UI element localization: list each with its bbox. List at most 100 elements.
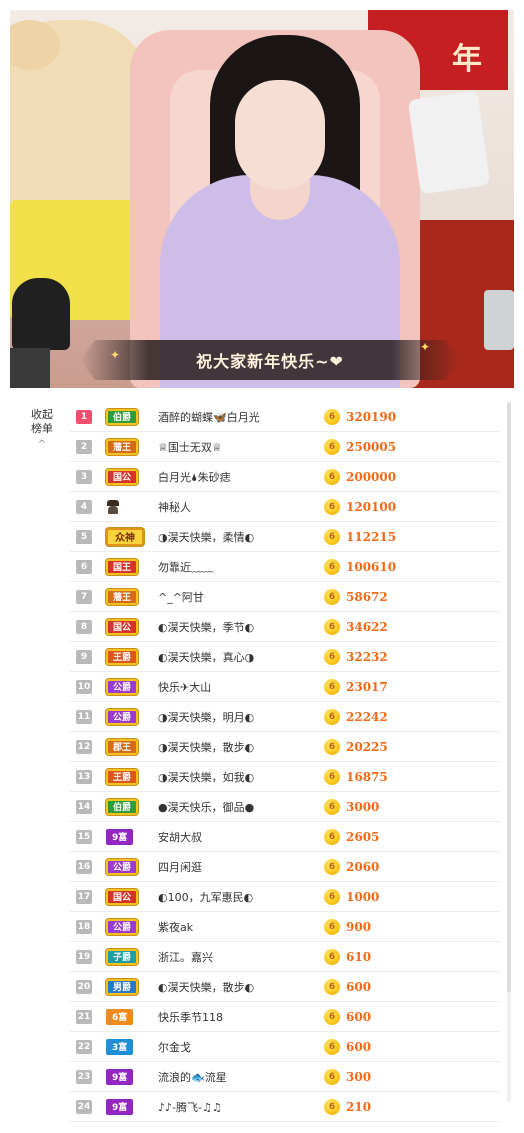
user-nickname[interactable]: ◑淏天快樂，散步◐ bbox=[158, 739, 310, 755]
ranking-row[interactable]: 21 6富 快乐季节118 6 600 bbox=[70, 1002, 500, 1032]
user-nickname[interactable]: 神秘人 bbox=[158, 499, 310, 515]
user-nickname[interactable]: ●淏天快乐，御品● bbox=[158, 799, 310, 815]
coin-icon: 6 bbox=[324, 498, 340, 515]
user-nickname[interactable]: 勿靠近﹏﹏ bbox=[158, 559, 310, 575]
noble-rank-badge: 藩王 bbox=[106, 438, 139, 455]
coin-icon: 6 bbox=[324, 1038, 340, 1055]
collapse-ranking-button[interactable]: 收起 榜单 ^ bbox=[20, 408, 64, 452]
contribution-score: 610 bbox=[346, 949, 372, 964]
user-nickname[interactable]: ^_^阿甘 bbox=[158, 589, 310, 605]
coin-icon: 6 bbox=[324, 738, 340, 755]
ranking-row[interactable]: 18 公爵 紫夜ak 6 900 bbox=[70, 912, 500, 942]
ranking-row[interactable]: 22 3富 尔金戈 6 600 bbox=[70, 1032, 500, 1062]
ranking-row[interactable]: 14 伯爵 ●淏天快乐，御品● 6 3000 bbox=[70, 792, 500, 822]
contribution-score: 210 bbox=[346, 1099, 372, 1114]
user-nickname[interactable]: ♪♪-腾飞-♫♫ bbox=[158, 1099, 310, 1115]
user-nickname[interactable]: ◐淏天快樂，季节◐ bbox=[158, 619, 310, 635]
wealth-level-badge: 9富 bbox=[106, 828, 134, 845]
contribution-score: 2060 bbox=[346, 859, 380, 874]
wealth-level-badge: 9富 bbox=[106, 1098, 134, 1115]
ranking-row[interactable]: 7 藩王 ^_^阿甘 6 58672 bbox=[70, 582, 500, 612]
ranking-row[interactable]: 13 王爵 ◑淏天快樂，如我◐ 6 16875 bbox=[70, 762, 500, 792]
coin-icon: 6 bbox=[324, 438, 340, 455]
ranking-row[interactable]: 2 藩王 ♕国士无双♕ 6 250005 bbox=[70, 432, 500, 462]
mystery-user-icon bbox=[106, 499, 120, 515]
coin-icon: 6 bbox=[324, 828, 340, 845]
contribution-score: 320190 bbox=[346, 409, 397, 424]
user-nickname[interactable]: ◐100，九军惠民◐ bbox=[158, 889, 310, 905]
rank-number: 7 bbox=[76, 589, 92, 604]
streamer-face bbox=[235, 80, 325, 190]
coin-icon: 6 bbox=[324, 678, 340, 695]
wealth-level-badge: 9富 bbox=[106, 1068, 134, 1085]
ranking-row[interactable]: 4 神秘人 6 120100 bbox=[70, 492, 500, 522]
live-video-frame[interactable]: 新 年 祝大家新年快乐~❤ ✦ ✦ bbox=[10, 10, 514, 388]
ranking-row[interactable]: 1 伯爵 酒醉的蝴蝶🦋白月光 6 320190 bbox=[70, 402, 500, 432]
ranking-scrollbar-thumb[interactable] bbox=[507, 402, 511, 992]
greeting-text: 祝大家新年快乐~❤ bbox=[196, 352, 344, 371]
contribution-score: 600 bbox=[346, 1039, 372, 1054]
rank-number: 6 bbox=[76, 559, 92, 574]
rank-number: 10 bbox=[76, 679, 92, 694]
contribution-score: 300 bbox=[346, 1069, 372, 1084]
user-nickname[interactable]: 四月闲逛 bbox=[158, 859, 310, 875]
user-nickname[interactable]: ◐淏天快樂，散步◐ bbox=[158, 979, 310, 995]
ranking-row[interactable]: 12 郡王 ◑淏天快樂，散步◐ 6 20225 bbox=[70, 732, 500, 762]
ranking-row[interactable]: 6 国王 勿靠近﹏﹏ 6 100610 bbox=[70, 552, 500, 582]
user-nickname[interactable]: ◐淏天快樂，真心◑ bbox=[158, 649, 310, 665]
noble-rank-badge: 众神 bbox=[106, 527, 144, 546]
ranking-row[interactable]: 11 公爵 ◑淏天快樂，明月◐ 6 22242 bbox=[70, 702, 500, 732]
ranking-row[interactable]: 8 国公 ◐淏天快樂，季节◐ 6 34622 bbox=[70, 612, 500, 642]
contribution-score: 600 bbox=[346, 979, 372, 994]
noble-rank-badge: 郡王 bbox=[106, 738, 139, 755]
ranking-row[interactable]: 16 公爵 四月闲逛 6 2060 bbox=[70, 852, 500, 882]
contribution-score: 2605 bbox=[346, 829, 380, 844]
ranking-row[interactable]: 9 王爵 ◐淏天快樂，真心◑ 6 32232 bbox=[70, 642, 500, 672]
ranking-row[interactable]: 19 子爵 浙江。嘉兴 6 610 bbox=[70, 942, 500, 972]
rank-number: 3 bbox=[76, 469, 92, 484]
rank-number: 17 bbox=[76, 889, 92, 904]
ranking-row[interactable]: 5 众神 ◑淏天快樂，柔情◐ 6 112215 bbox=[70, 522, 500, 552]
coin-icon: 6 bbox=[324, 858, 340, 875]
user-nickname[interactable]: 浙江。嘉兴 bbox=[158, 949, 310, 965]
noble-rank-badge: 男爵 bbox=[106, 978, 139, 995]
coin-icon: 6 bbox=[324, 1008, 340, 1025]
chevron-up-icon: ^ bbox=[37, 439, 47, 450]
user-nickname[interactable]: ◑淏天快樂，如我◐ bbox=[158, 769, 310, 785]
user-nickname[interactable]: 快乐季节118 bbox=[158, 1009, 310, 1025]
user-nickname[interactable]: 白月光🌢朱砂痣 bbox=[158, 469, 310, 485]
ranking-row[interactable]: 10 公爵 快乐✈大山 6 23017 bbox=[70, 672, 500, 702]
ranking-row[interactable]: 3 国公 白月光🌢朱砂痣 6 200000 bbox=[70, 462, 500, 492]
contribution-score: 34622 bbox=[346, 619, 388, 634]
rank-number: 13 bbox=[76, 769, 92, 784]
coin-icon: 6 bbox=[324, 768, 340, 785]
white-pillow bbox=[407, 90, 491, 195]
rank-number: 8 bbox=[76, 619, 92, 634]
user-nickname[interactable]: 紫夜ak bbox=[158, 919, 310, 935]
rank-number: 2 bbox=[76, 439, 92, 454]
contribution-score: 32232 bbox=[346, 649, 388, 664]
coin-icon: 6 bbox=[324, 948, 340, 965]
ranking-row[interactable]: 23 9富 流浪的🐟流星 6 300 bbox=[70, 1062, 500, 1092]
coin-icon: 6 bbox=[324, 528, 340, 545]
user-nickname[interactable]: 安胡大叔 bbox=[158, 829, 310, 845]
coin-icon: 6 bbox=[324, 1068, 340, 1085]
user-nickname[interactable]: 尔金戈 bbox=[158, 1039, 310, 1055]
user-nickname[interactable]: 流浪的🐟流星 bbox=[158, 1069, 310, 1085]
noble-rank-badge: 国王 bbox=[106, 558, 139, 575]
ranking-row[interactable]: 15 9富 安胡大叔 6 2605 bbox=[70, 822, 500, 852]
user-nickname[interactable]: 快乐✈大山 bbox=[158, 679, 310, 695]
noble-rank-badge: 国公 bbox=[106, 888, 139, 905]
user-nickname[interactable]: 酒醉的蝴蝶🦋白月光 bbox=[158, 409, 310, 425]
rank-number: 9 bbox=[76, 649, 92, 664]
wealth-level-badge: 3富 bbox=[106, 1038, 134, 1055]
ranking-row[interactable]: 20 男爵 ◐淏天快樂，散步◐ 6 600 bbox=[70, 972, 500, 1002]
rank-number: 23 bbox=[76, 1069, 92, 1084]
ranking-row[interactable]: 17 国公 ◐100，九军惠民◐ 6 1000 bbox=[70, 882, 500, 912]
user-nickname[interactable]: ◑淏天快樂，明月◐ bbox=[158, 709, 310, 725]
user-nickname[interactable]: ♕国士无双♕ bbox=[158, 439, 310, 455]
ranking-row[interactable]: 24 9富 ♪♪-腾飞-♫♫ 6 210 bbox=[70, 1092, 500, 1122]
rank-number: 18 bbox=[76, 919, 92, 934]
noble-rank-badge: 国公 bbox=[106, 618, 139, 635]
user-nickname[interactable]: ◑淏天快樂，柔情◐ bbox=[158, 529, 310, 545]
